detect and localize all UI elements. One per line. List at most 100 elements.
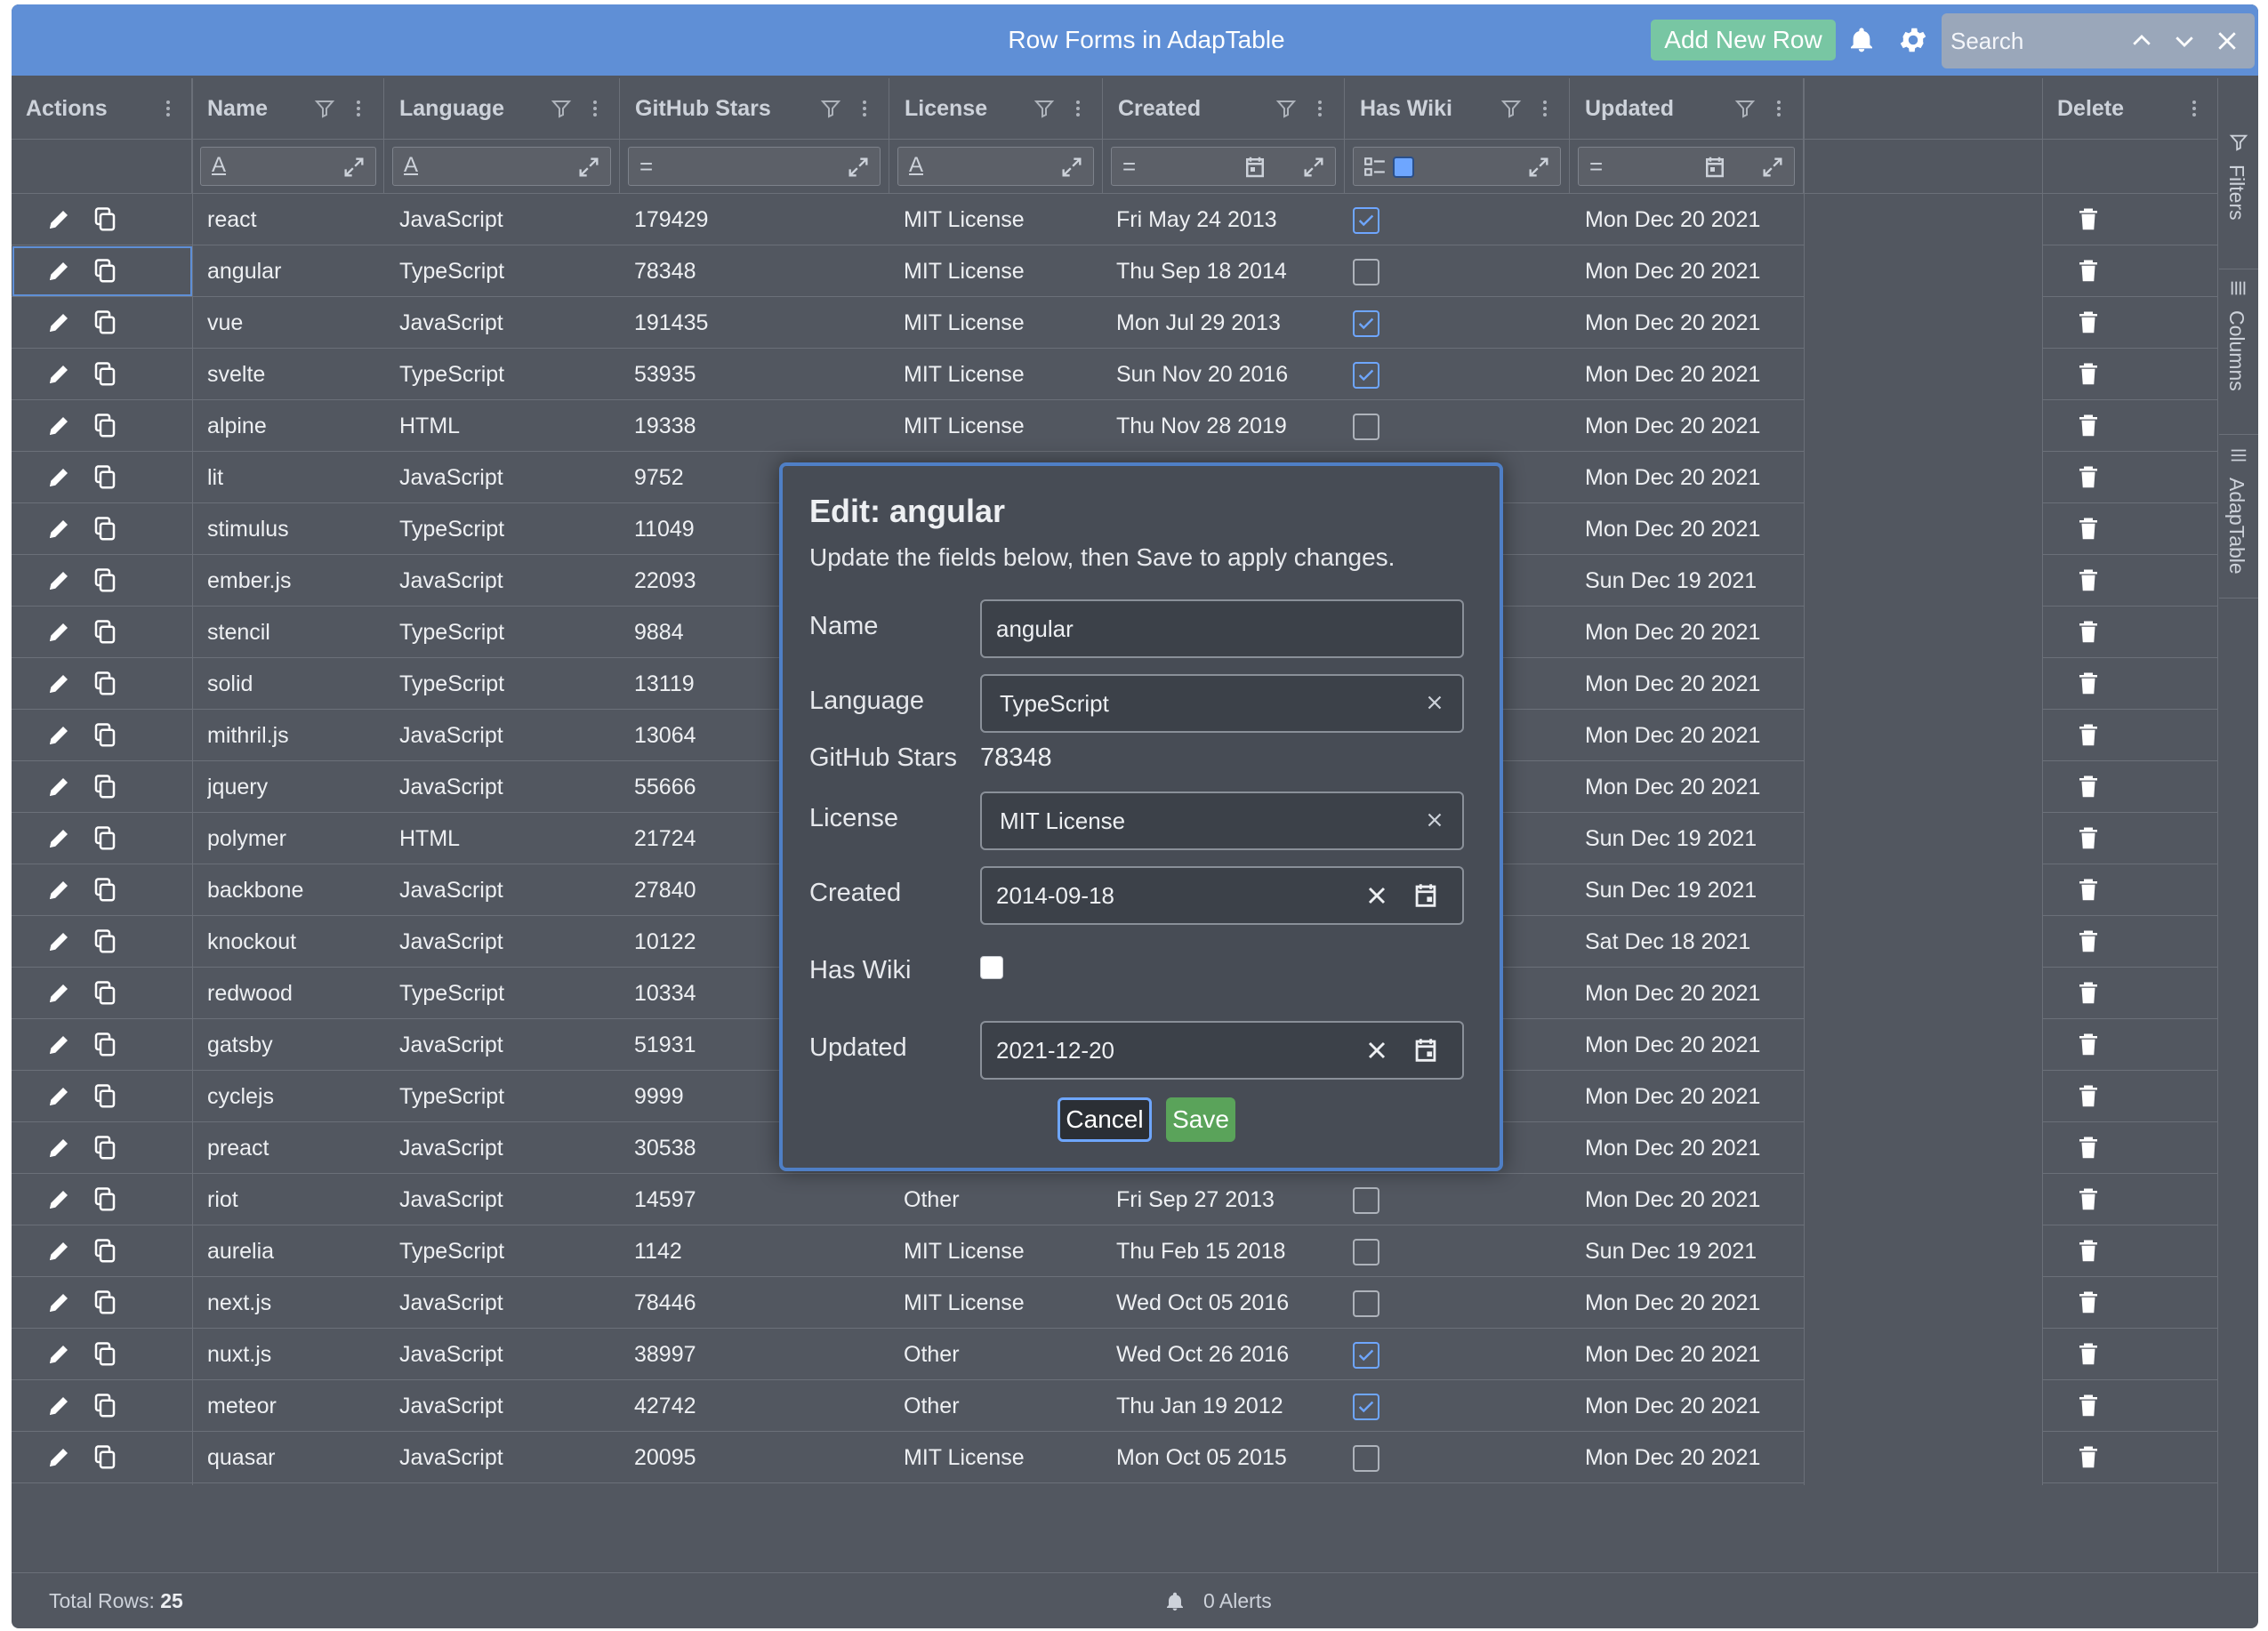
expand-icon[interactable] — [1059, 155, 1084, 180]
edit-icon[interactable] — [45, 877, 72, 904]
delete-icon[interactable] — [2075, 1341, 2102, 1368]
cell-language[interactable]: JavaScript — [399, 761, 613, 813]
edit-icon[interactable] — [45, 206, 72, 233]
table-row[interactable]: vue JavaScript 191435 MIT License Mon Jul 29… — [12, 297, 2217, 349]
clone-icon[interactable] — [92, 1393, 118, 1419]
edit-icon[interactable] — [45, 361, 72, 388]
cell-name[interactable]: knockout — [207, 916, 376, 968]
name-field[interactable]: angular — [980, 599, 1464, 658]
bell-icon[interactable] — [1847, 26, 1876, 54]
cell-updated[interactable]: Mon Dec 20 2021 — [1585, 1174, 1798, 1225]
cell-updated[interactable]: Mon Dec 20 2021 — [1585, 194, 1798, 245]
has-wiki-filter-input[interactable] — [1353, 147, 1561, 186]
cell-updated[interactable]: Mon Dec 20 2021 — [1585, 1432, 1798, 1483]
cell-name[interactable]: alpine — [207, 400, 376, 452]
table-row[interactable]: aurelia TypeScript 1142 MIT License Thu Feb … — [12, 1225, 2217, 1277]
cell-updated[interactable]: Mon Dec 20 2021 — [1585, 245, 1798, 297]
cell-name[interactable]: jquery — [207, 761, 376, 813]
has-wiki-checkbox[interactable] — [1353, 310, 1379, 337]
edit-icon[interactable] — [45, 825, 72, 852]
cell-updated[interactable]: Mon Dec 20 2021 — [1585, 503, 1798, 555]
delete-icon[interactable] — [2075, 825, 2102, 852]
cell-updated[interactable]: Mon Dec 20 2021 — [1585, 1380, 1798, 1432]
delete-icon[interactable] — [2075, 980, 2102, 1007]
cell-name[interactable]: backbone — [207, 864, 376, 916]
edit-icon[interactable] — [45, 1290, 72, 1316]
cell-created[interactable]: Sun Nov 20 2016 — [1116, 349, 1339, 400]
cell-name[interactable]: nuxt.js — [207, 1329, 376, 1380]
clone-icon[interactable] — [92, 309, 118, 336]
delete-icon[interactable] — [2075, 413, 2102, 439]
delete-icon[interactable] — [2075, 258, 2102, 285]
clone-icon[interactable] — [92, 928, 118, 955]
delete-icon[interactable] — [2075, 464, 2102, 491]
edit-icon[interactable] — [45, 567, 72, 594]
cell-language[interactable]: TypeScript — [399, 245, 613, 297]
table-row[interactable]: riot JavaScript 14597 Other Fri Sep 27 2013 M… — [12, 1174, 2217, 1225]
cell-stars[interactable]: 1142 — [634, 1225, 883, 1277]
clear-icon[interactable] — [1363, 1036, 1391, 1065]
cell-language[interactable]: JavaScript — [399, 864, 613, 916]
cell-name[interactable]: gatsby — [207, 1019, 376, 1071]
filter-icon[interactable] — [551, 98, 572, 119]
column-header-created[interactable]: Created — [1104, 78, 1345, 139]
cell-language[interactable]: HTML — [399, 400, 613, 452]
side-tab-filters[interactable]: Filters — [2219, 127, 2258, 269]
cell-license[interactable]: Other — [904, 1329, 1099, 1380]
cell-language[interactable]: TypeScript — [399, 1225, 613, 1277]
cell-created[interactable]: Wed Oct 05 2016 — [1116, 1277, 1339, 1329]
updated-filter-input[interactable]: = — [1578, 147, 1795, 186]
calendar-icon[interactable] — [1411, 1035, 1441, 1065]
delete-icon[interactable] — [2075, 722, 2102, 749]
edit-icon[interactable] — [45, 671, 72, 697]
filter-icon[interactable] — [1734, 98, 1756, 119]
cell-updated[interactable]: Sun Dec 19 2021 — [1585, 813, 1798, 864]
clone-icon[interactable] — [92, 464, 118, 491]
filter-icon[interactable] — [314, 98, 335, 119]
column-header-has-wiki[interactable]: Has Wiki — [1346, 78, 1570, 139]
cell-stars[interactable]: 42742 — [634, 1380, 883, 1432]
cell-name[interactable]: aurelia — [207, 1225, 376, 1277]
cell-updated[interactable]: Mon Dec 20 2021 — [1585, 452, 1798, 503]
edit-icon[interactable] — [45, 1032, 72, 1058]
cell-name[interactable]: stimulus — [207, 503, 376, 555]
cancel-button[interactable]: Cancel — [1058, 1097, 1152, 1142]
cell-name[interactable]: quasar — [207, 1432, 376, 1483]
cell-created[interactable]: Thu Jan 19 2012 — [1116, 1380, 1339, 1432]
table-row[interactable]: next.js JavaScript 78446 MIT License Wed Oct… — [12, 1277, 2217, 1329]
column-menu-icon[interactable] — [584, 98, 606, 119]
cell-language[interactable]: JavaScript — [399, 555, 613, 607]
delete-icon[interactable] — [2075, 1135, 2102, 1161]
cell-updated[interactable]: Mon Dec 20 2021 — [1585, 1122, 1798, 1174]
cell-stars[interactable]: 179429 — [634, 194, 883, 245]
side-tab-columns[interactable]: Columns — [2219, 273, 2258, 435]
column-menu-icon[interactable] — [1768, 98, 1789, 119]
edit-icon[interactable] — [45, 1186, 72, 1213]
edit-icon[interactable] — [45, 619, 72, 646]
cell-created[interactable]: Mon Oct 05 2015 — [1116, 1432, 1339, 1483]
clone-icon[interactable] — [92, 1032, 118, 1058]
cell-stars[interactable]: 38997 — [634, 1329, 883, 1380]
cell-updated[interactable]: Mon Dec 20 2021 — [1585, 1019, 1798, 1071]
has-wiki-checkbox[interactable] — [1353, 1187, 1379, 1214]
table-row[interactable]: meteor JavaScript 42742 Other Thu Jan 19 201… — [12, 1380, 2217, 1432]
expand-icon[interactable] — [342, 155, 366, 180]
cell-created[interactable]: Fri Sep 27 2013 — [1116, 1174, 1339, 1225]
cell-name[interactable]: redwood — [207, 968, 376, 1019]
updated-date-input[interactable]: 2021-12-20 — [980, 1021, 1464, 1080]
clone-icon[interactable] — [92, 825, 118, 852]
has-wiki-checkbox[interactable] — [980, 956, 1003, 979]
bell-icon[interactable] — [1164, 1591, 1186, 1612]
clone-icon[interactable] — [92, 1238, 118, 1265]
table-row[interactable]: nuxt.js JavaScript 38997 Other Wed Oct 26 20… — [12, 1329, 2217, 1380]
cell-stars[interactable]: 53935 — [634, 349, 883, 400]
cell-created[interactable]: Wed Oct 26 2016 — [1116, 1329, 1339, 1380]
language-select[interactable]: TypeScript — [980, 674, 1464, 733]
edit-icon[interactable] — [45, 516, 72, 542]
table-row[interactable]: alpine HTML 19338 MIT License Thu Nov 28 201… — [12, 400, 2217, 452]
cell-language[interactable]: JavaScript — [399, 1432, 613, 1483]
clone-icon[interactable] — [92, 1135, 118, 1161]
table-row[interactable]: react JavaScript 179429 MIT License Fri May … — [12, 194, 2217, 245]
cell-updated[interactable]: Mon Dec 20 2021 — [1585, 1329, 1798, 1380]
edit-icon[interactable] — [45, 1238, 72, 1265]
